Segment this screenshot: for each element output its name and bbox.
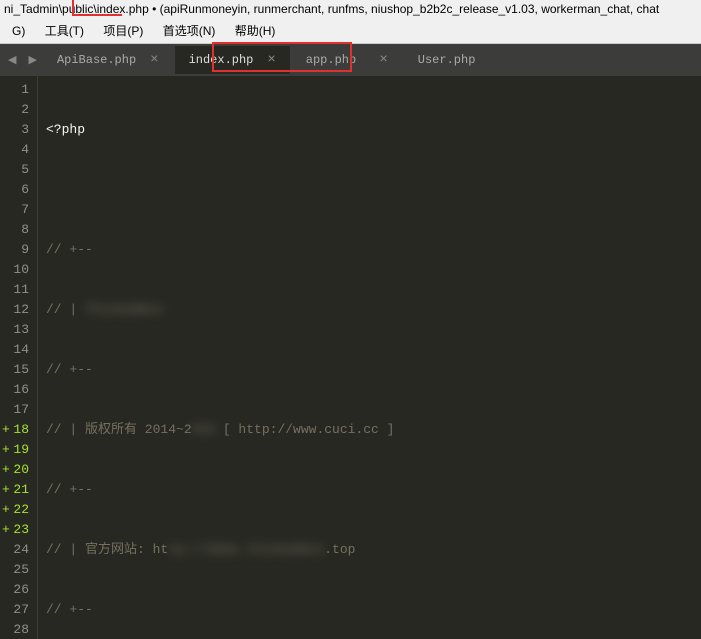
code-area[interactable]: <?php // +-- // | ThinkAdmin // +-- // |… [38,76,701,639]
line-number: 4 [4,140,29,160]
code-line [46,180,701,200]
menu-bar: G) 工具(T) 项目(P) 首选项(N) 帮助(H) [0,18,701,44]
tab-label: User.php [418,53,500,67]
close-icon[interactable]: × [253,52,275,68]
line-number: 11 [4,280,29,300]
line-number: 1 [4,80,29,100]
code-line: // | ThinkAdmin [46,300,701,320]
tab-label: index.php [189,53,254,67]
tab-apibase[interactable]: ApiBase.php × [43,46,173,74]
line-number: 12 [4,300,29,320]
line-number: 18 [4,420,29,440]
line-number: 13 [4,320,29,340]
editor[interactable]: 1 2 3 4 5 6 7 8 9 10 11 12 13 14 15 16 1… [0,76,701,639]
line-number: 3 [4,120,29,140]
code-line: // +-- [46,480,701,500]
code-line: // +-- [46,360,701,380]
tab-index[interactable]: index.php × [175,46,290,74]
line-number: 22 [4,500,29,520]
menu-help-label: 帮助(H) [235,24,276,38]
code-line: // | 版权所有 2014~2019 [ http://www.cuci.cc… [46,420,701,440]
line-number: 14 [4,340,29,360]
line-number: 8 [4,220,29,240]
menu-help[interactable]: 帮助(H) [227,20,284,41]
code-line: // +-- [46,240,701,260]
line-number: 15 [4,360,29,380]
line-number: 27 [4,600,29,620]
code-line: <?php [46,120,701,140]
tab-arrow-right-icon[interactable]: ▶ [22,53,42,67]
title-bar: ni_Tadmin\public\index.php • (apiRunmone… [0,0,701,18]
close-icon[interactable]: × [136,52,158,68]
menu-project[interactable]: 项目(P) [95,20,151,41]
line-number: 2 [4,100,29,120]
tab-arrow-left-icon[interactable]: ◀ [2,53,22,67]
tab-user[interactable]: User.php [404,47,514,73]
line-number: 10 [4,260,29,280]
gutter: 1 2 3 4 5 6 7 8 9 10 11 12 13 14 15 16 1… [0,76,38,639]
menu-tools[interactable]: 工具(T) [37,20,92,41]
menu-project-label: 项目(P) [103,24,143,38]
code-line: // +-- [46,600,701,620]
line-number: 5 [4,160,29,180]
line-number: 20 [4,460,29,480]
menu-preferences[interactable]: 首选项(N) [155,20,224,41]
line-number: 24 [4,540,29,560]
line-number: 19 [4,440,29,460]
menu-go[interactable]: G) [4,22,33,40]
menu-preferences-label: 首选项(N) [163,24,216,38]
close-icon[interactable]: × [365,52,387,68]
code-line: // | 官方网站: http://demo.thinkadmin.top [46,540,701,560]
tab-label: app.php [306,53,366,67]
line-number: 26 [4,580,29,600]
line-number: 17 [4,400,29,420]
line-number: 7 [4,200,29,220]
menu-tools-label: 工具(T) [45,24,84,38]
line-number: 6 [4,180,29,200]
line-number: 23 [4,520,29,540]
line-number: 16 [4,380,29,400]
line-number: 28 [4,620,29,639]
line-number: 21 [4,480,29,500]
line-number: 25 [4,560,29,580]
tab-app[interactable]: app.php × [292,46,402,74]
tab-bar: ◀ ▶ ApiBase.php × index.php × app.php × … [0,44,701,76]
tab-label: ApiBase.php [57,53,136,67]
line-number: 9 [4,240,29,260]
